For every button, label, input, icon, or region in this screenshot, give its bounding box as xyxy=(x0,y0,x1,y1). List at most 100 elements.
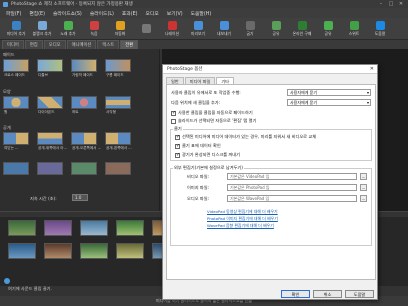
audio-track-icon xyxy=(4,278,10,284)
toolbar-button[interactable]: 굽기 xyxy=(237,18,263,40)
sort-select[interactable]: 사용자에게 묻기 ▾ xyxy=(287,89,371,96)
checkbox[interactable] xyxy=(171,118,176,124)
toolbar-button[interactable]: 노래 추가 xyxy=(55,18,81,40)
toolbar-label: 온라인 구매 xyxy=(292,31,312,36)
toolbar-button[interactable]: 공유 xyxy=(315,18,341,40)
audio-editor-field[interactable]: 기본값은 WavePad 임 xyxy=(227,195,357,202)
options-dialog: PhotoStage 옵션 ✕ 일반 미디어 파일 기타 사용자 클립이 유에서… xyxy=(162,64,378,300)
minimize-button[interactable]: – xyxy=(376,0,386,8)
tab-transitions[interactable]: 전환 xyxy=(120,40,139,49)
external-editors-label: 외부 편집기(기본에 설정으로 남겨두기) xyxy=(173,165,244,171)
transition-thumb[interactable]: 공개-오른쪽에서 ... xyxy=(71,132,101,150)
slide-clip[interactable] xyxy=(116,220,144,236)
toolbar-button[interactable]: 나레이션 xyxy=(159,18,185,40)
add-position-select[interactable]: 사용자에게 묻기 ▾ xyxy=(287,99,371,106)
menu-slide[interactable]: 슬라이드(L) xyxy=(86,10,118,17)
transition-thumb[interactable]: 가림막 페이드 xyxy=(71,59,97,77)
toolbar-label: 블랭크 추가 xyxy=(32,31,52,36)
checkbox-row[interactable]: 슬라이드가 선택되면 자동으로 '편집' 탭 열기 xyxy=(171,118,256,124)
menu-help[interactable]: 도움말(H) xyxy=(187,10,216,17)
toolbar-icon xyxy=(219,21,229,30)
transition-thumb[interactable] xyxy=(105,162,131,175)
tab-animation[interactable]: 애니메이션 xyxy=(66,40,97,49)
toolbar-button[interactable]: 도움말 xyxy=(367,18,393,40)
tab-media[interactable]: 미디어 xyxy=(2,40,24,49)
maximize-button[interactable]: □ xyxy=(386,0,396,8)
transition-thumb[interactable]: 사각형 xyxy=(105,96,131,114)
transition-thumb[interactable]: 공개-위쪽에서 아... xyxy=(37,132,67,150)
menu-file[interactable]: 파일(F) xyxy=(2,10,25,17)
dialog-close-icon[interactable]: ✕ xyxy=(370,66,374,72)
toolbar-label: 공유 xyxy=(272,31,280,36)
toolbar-button[interactable]: 자동화 xyxy=(107,18,133,40)
window-title: PhotoStage 쇼 제작 소프트웨어 - 등록되지 않은 가정용판 재생 xyxy=(11,2,133,7)
transition-thumb[interactable] xyxy=(71,162,97,175)
wavepad-link[interactable]: WavePad 음향 편집기에 대해 더 배우기 xyxy=(207,223,274,229)
checkbox-row[interactable]: 선택된 미디어에 미디어 데이터가 있는 경우, 미리를 지워서 새 비디오로 … xyxy=(175,134,316,140)
checkbox[interactable] xyxy=(175,143,180,149)
toolbar-button[interactable]: 녹음 xyxy=(81,18,107,40)
slide-clip[interactable] xyxy=(8,220,36,236)
photopad-link[interactable]: PhotoPad 이미지 편집기에 대해 더 배우기 xyxy=(207,216,278,222)
toolbar-button[interactable]: 스위트 xyxy=(341,18,367,40)
duration-input[interactable]: 1.0 xyxy=(72,194,88,201)
toolbar-label: 녹음 xyxy=(90,31,98,36)
browse-button[interactable]: ... xyxy=(360,184,367,191)
transition-thumb[interactable]: 여닫는 ... xyxy=(3,132,29,150)
menu-effects[interactable]: 효과(E) xyxy=(118,10,142,17)
menu-view[interactable]: 보기(V) xyxy=(163,10,187,17)
menu-edit[interactable]: 편집(E) xyxy=(25,10,49,17)
transition-thumb[interactable]: 공개-왼쪽에서 ... xyxy=(105,132,132,150)
toolbar-label: 도움말 xyxy=(374,31,386,36)
browse-button[interactable]: ... xyxy=(360,173,367,180)
toolbar-button[interactable]: 온라인 구매 xyxy=(289,18,315,40)
slide-clip[interactable] xyxy=(44,220,72,236)
app-window: PhotoStage 쇼 제작 소프트웨어 - 등록되지 않은 가정용판 재생 … xyxy=(0,0,408,306)
video-editor-label: 비디오 파일: xyxy=(187,174,210,179)
help-button[interactable]: 도움말 xyxy=(345,290,374,298)
toolbar-icon xyxy=(63,21,73,30)
tab-edit[interactable]: 편집 xyxy=(24,40,43,49)
checkbox-row[interactable]: 클기 표에 데이터 확인 xyxy=(175,143,221,149)
checkbox-row[interactable]: 사용한 클립을 클립을 자동으로 페이드하기 xyxy=(171,110,253,116)
slide-clip[interactable] xyxy=(80,220,108,236)
toolbar-icon xyxy=(323,21,333,30)
close-button[interactable]: ✕ xyxy=(396,0,406,8)
transition-thumb[interactable]: 디졸브 xyxy=(37,59,63,77)
transition-thumb[interactable]: 다이아몬드 xyxy=(37,96,63,114)
transition-thumb[interactable]: 하트 xyxy=(71,96,97,114)
menu-slideshow[interactable]: 슬라이드쇼(S) xyxy=(49,10,86,17)
slide-clip[interactable] xyxy=(8,243,36,259)
transition-thumb[interactable]: 크로스 페이드 xyxy=(3,59,29,77)
checkbox[interactable] xyxy=(175,134,180,140)
transition-thumb[interactable] xyxy=(3,162,29,175)
tab-audio[interactable]: 오디오 xyxy=(43,40,66,49)
image-editor-field[interactable]: 기본값은 PhotoPad 임 xyxy=(227,184,357,191)
transition-thumb[interactable]: 구름 페이드 xyxy=(105,59,131,77)
cancel-button[interactable]: 취소 xyxy=(313,290,342,298)
checkbox[interactable] xyxy=(171,110,176,116)
toolbar-button[interactable]: 블랭크 추가 xyxy=(29,18,55,40)
checkbox-row[interactable]: 광기가 완성되면 디스크를 꺼내기 xyxy=(175,152,240,158)
slide-clip[interactable] xyxy=(80,243,108,259)
slide-clip[interactable] xyxy=(116,243,144,259)
toolbar-button[interactable] xyxy=(133,18,159,40)
browse-button[interactable]: ... xyxy=(360,195,367,202)
checkbox[interactable] xyxy=(175,152,180,158)
toolbar-button[interactable]: 미디어 추가 xyxy=(3,18,29,40)
ok-button[interactable]: 확인 xyxy=(281,290,310,298)
toolbar-button[interactable]: 공유 xyxy=(263,18,289,40)
transition-thumb[interactable]: 원 xyxy=(3,96,29,114)
toolbar-label: 미디어 추가 xyxy=(6,31,26,36)
duration-label: 지속 시간 (초): xyxy=(30,196,57,201)
toolbar-button[interactable]: 내보내기 xyxy=(211,18,237,40)
tab-text[interactable]: 텍스트 xyxy=(97,40,120,49)
menu-audio[interactable]: 오디오 xyxy=(142,10,163,17)
video-editor-field[interactable]: 기본값은 VideoPad 임 xyxy=(227,173,357,180)
videopad-link[interactable]: VideoPad 동영상 편집기에 대해 더 배우기 xyxy=(207,209,278,215)
transition-thumb[interactable] xyxy=(37,162,63,175)
slide-clip[interactable] xyxy=(44,243,72,259)
chevron-down-icon: ▾ xyxy=(366,100,369,105)
title-bar: PhotoStage 쇼 제작 소프트웨어 - 등록되지 않은 가정용판 재생 … xyxy=(0,0,408,8)
toolbar-button[interactable]: 미리보기 xyxy=(185,18,211,40)
